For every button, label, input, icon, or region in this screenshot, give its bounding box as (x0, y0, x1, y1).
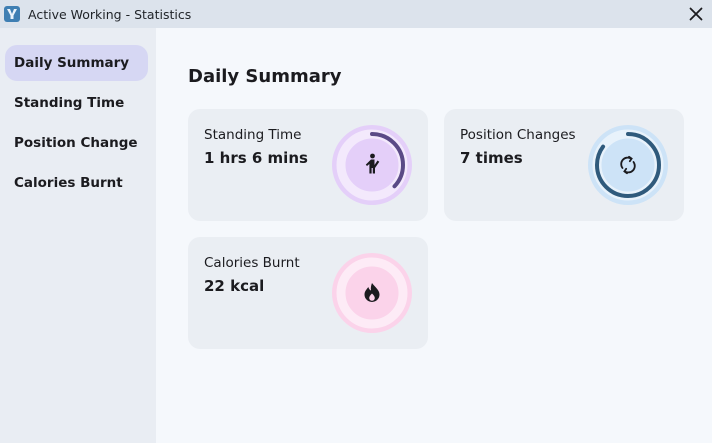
sidebar-item-label: Daily Summary (14, 55, 130, 71)
sidebar-item-daily-summary[interactable]: Daily Summary (5, 45, 148, 81)
card-label: Calories Burnt (204, 255, 300, 271)
position-changes-card: Position Changes 7 times (444, 109, 684, 221)
standing-time-progress-ring (332, 125, 412, 205)
main-content: Daily Summary Standing Time 1 hrs 6 mins… (156, 28, 712, 443)
calories-burnt-progress-ring (332, 253, 412, 333)
card-label: Standing Time (204, 127, 302, 143)
sidebar-item-label: Position Change (14, 135, 138, 151)
sidebar-item-label: Standing Time (14, 95, 125, 111)
card-label: Position Changes (460, 127, 576, 143)
sidebar-item-position-change[interactable]: Position Change (5, 125, 148, 161)
card-value: 22 kcal (204, 277, 265, 295)
close-button[interactable] (684, 2, 708, 26)
title-bar: Active Working - Statistics (0, 0, 712, 28)
sidebar-item-calories-burnt[interactable]: Calories Burnt (5, 165, 148, 201)
sidebar-item-standing-time[interactable]: Standing Time (5, 85, 148, 121)
window-title: Active Working - Statistics (28, 6, 192, 22)
card-value: 1 hrs 6 mins (204, 149, 308, 167)
sidebar: Daily Summary Standing Time Position Cha… (0, 28, 156, 443)
close-icon (689, 7, 703, 21)
position-changes-progress-ring (588, 125, 668, 205)
page-title: Daily Summary (188, 66, 342, 87)
app-logo-icon (4, 6, 20, 22)
sidebar-item-label: Calories Burnt (14, 175, 123, 191)
calories-burnt-card: Calories Burnt 22 kcal (188, 237, 428, 349)
card-value: 7 times (460, 149, 523, 167)
standing-time-card: Standing Time 1 hrs 6 mins (188, 109, 428, 221)
